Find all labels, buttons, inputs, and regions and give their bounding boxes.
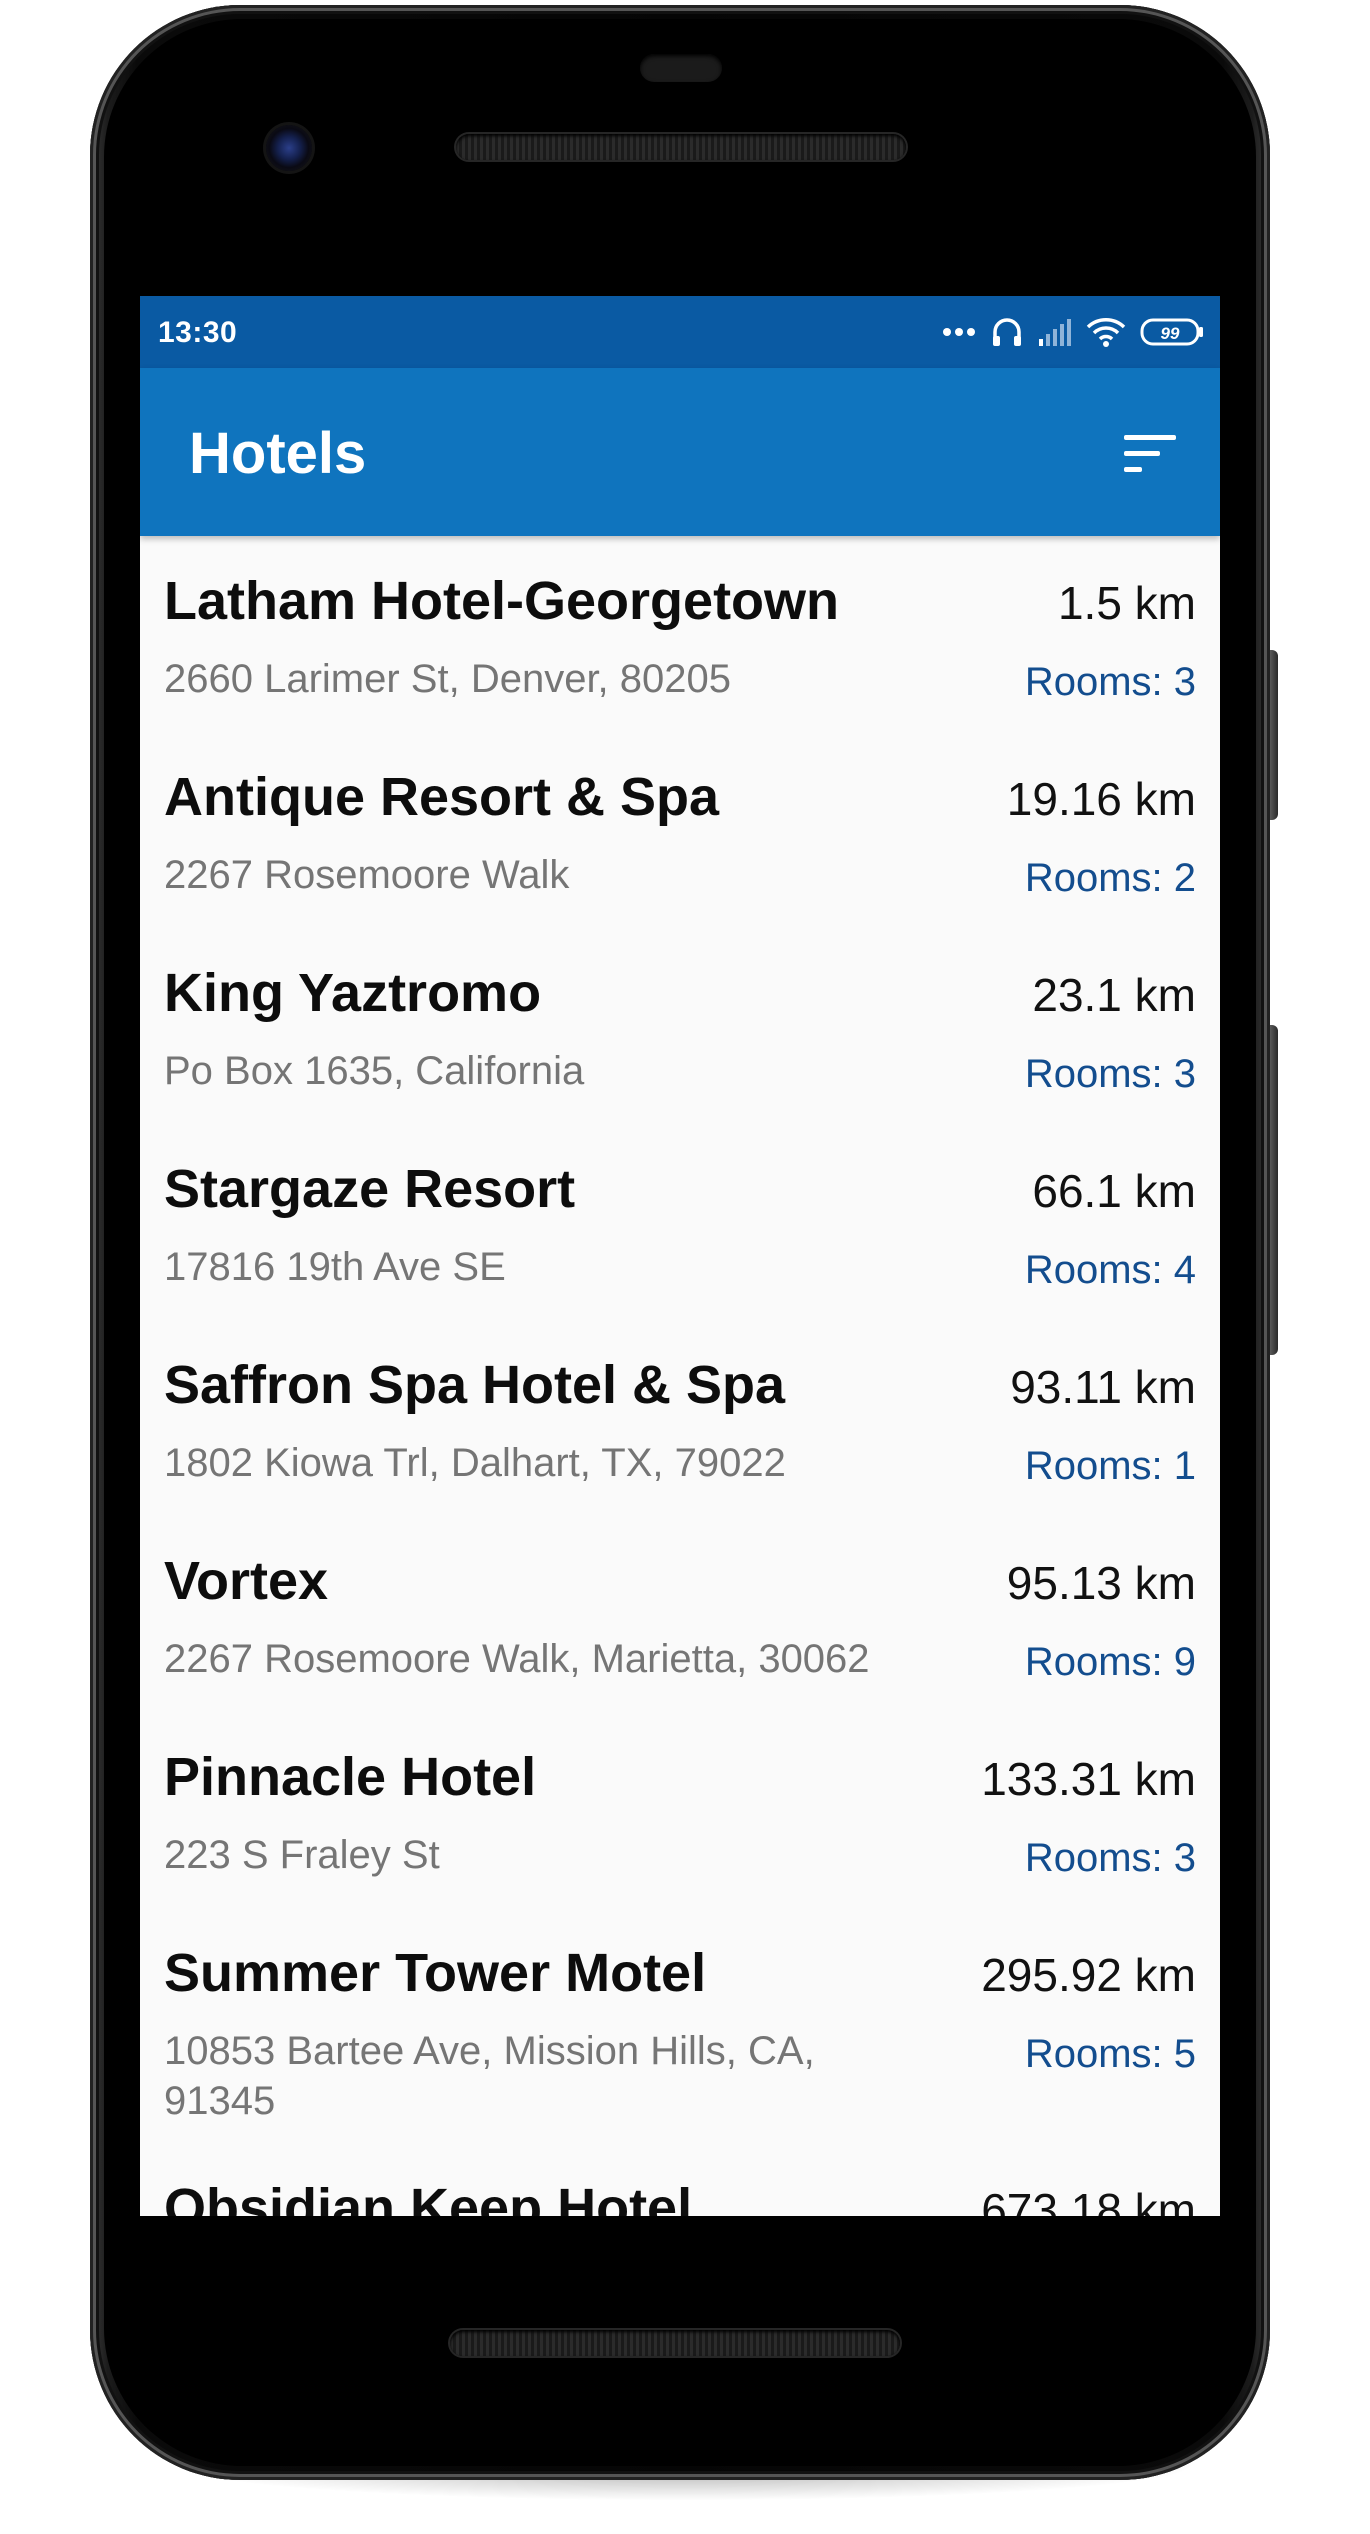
sort-button[interactable] — [1114, 418, 1186, 490]
hotel-distance: 295.92 km — [981, 1949, 1196, 2001]
hotel-rooms: Rooms: 1 — [1024, 1444, 1196, 1488]
hotel-name: Saffron Spa Hotel & Spa — [164, 1355, 786, 1415]
hotel-rooms: Rooms: 5 — [1024, 2032, 1196, 2076]
hotel-distance: 1.5 km — [1057, 577, 1196, 629]
hotel-rooms: Rooms: 3 — [1024, 1836, 1196, 1880]
hotel-distance: 93.11 km — [1010, 1361, 1196, 1413]
hotel-list: Latham Hotel-Georgetown 1.5 km 2660 Lari… — [140, 536, 1220, 2216]
hotel-rooms: Rooms: 9 — [1024, 1640, 1196, 1684]
hotel-list-item[interactable]: Saffron Spa Hotel & Spa 93.11 km 1802 Ki… — [140, 1320, 1220, 1516]
hotel-rooms: Rooms: 3 — [1024, 1052, 1196, 1096]
hotel-name: Pinnacle Hotel — [164, 1747, 537, 1807]
app-bar: Hotels — [140, 368, 1220, 536]
hotel-list-item[interactable]: King Yaztromo 23.1 km Po Box 1635, Calif… — [140, 928, 1220, 1124]
hotel-address: 1802 Kiowa Trl, Dalhart, TX, 79022 — [164, 1441, 786, 1485]
hotel-rooms: Rooms: 3 — [1024, 660, 1196, 704]
app-screen: 13:30 99 Hotels Latham Hotel-Georgetown … — [140, 296, 1220, 2216]
hotel-list-item[interactable]: Antique Resort & Spa 19.16 km 2267 Rosem… — [140, 732, 1220, 928]
hotel-distance: 19.16 km — [1006, 773, 1196, 825]
status-time: 13:30 — [158, 316, 238, 349]
sort-icon — [1124, 435, 1176, 472]
status-icons: 99 — [942, 314, 1206, 350]
status-bar: 13:30 99 — [140, 296, 1220, 368]
hotel-name: Antique Resort & Spa — [164, 767, 720, 827]
hotel-name: Summer Tower Motel — [164, 1943, 707, 2003]
hotel-list-item[interactable]: Summer Tower Motel 295.92 km 10853 Barte… — [140, 1908, 1220, 2143]
bottom-speaker-grille — [450, 2330, 900, 2356]
hotel-list-item[interactable]: Stargaze Resort 66.1 km 17816 19th Ave S… — [140, 1124, 1220, 1320]
hotel-list-item[interactable]: Pinnacle Hotel 133.31 km 223 S Fraley St… — [140, 1712, 1220, 1908]
cell-signal-icon — [1038, 317, 1072, 347]
hotel-address: Po Box 1635, California — [164, 1049, 585, 1093]
page-title: Hotels — [189, 421, 367, 486]
hotel-distance: 23.1 km — [1032, 969, 1196, 1021]
hotel-name: Stargaze Resort — [164, 1159, 576, 1219]
hotel-address: 17816 19th Ave SE — [164, 1245, 506, 1289]
hotel-name: Obsidian Keep Hotel — [164, 2178, 693, 2216]
hotel-distance: 673.18 km — [981, 2184, 1196, 2216]
hotel-rooms: Rooms: 2 — [1024, 856, 1196, 900]
hotel-name: Vortex — [164, 1551, 329, 1611]
hotel-distance: 133.31 km — [981, 1753, 1196, 1805]
battery-level: 99 — [1161, 324, 1180, 343]
front-camera-icon — [266, 125, 312, 171]
hotel-list-item[interactable]: Obsidian Keep Hotel 673.18 km — [140, 2143, 1220, 2216]
hotel-address: 2267 Rosemoore Walk — [164, 853, 570, 897]
hotel-distance: 66.1 km — [1032, 1165, 1196, 1217]
hotel-address: 2660 Larimer St, Denver, 80205 — [164, 657, 732, 701]
headset-icon — [990, 315, 1024, 349]
battery-icon: 99 — [1140, 317, 1206, 347]
hotel-list-item[interactable]: Latham Hotel-Georgetown 1.5 km 2660 Lari… — [140, 536, 1220, 732]
top-speaker-grille — [456, 134, 906, 160]
hotel-name: Latham Hotel-Georgetown — [164, 571, 840, 631]
wifi-icon — [1086, 316, 1126, 348]
hotel-name: King Yaztromo — [164, 963, 542, 1023]
hotel-list-item[interactable]: Vortex 95.13 km 2267 Rosemoore Walk, Mar… — [140, 1516, 1220, 1712]
page: 13:30 99 Hotels Latham Hotel-Georgetown … — [0, 0, 1370, 2534]
hotel-distance: 95.13 km — [1006, 1557, 1196, 1609]
proximity-sensor — [640, 54, 722, 82]
hotel-address: 10853 Bartee Ave, Mission Hills, CA, 913… — [164, 2029, 815, 2123]
hotel-address: 223 S Fraley St — [164, 1833, 440, 1877]
hotel-address: 2267 Rosemoore Walk, Marietta, 30062 — [164, 1637, 870, 1681]
more-dots-icon — [942, 327, 976, 337]
hotel-rooms: Rooms: 4 — [1024, 1248, 1196, 1292]
